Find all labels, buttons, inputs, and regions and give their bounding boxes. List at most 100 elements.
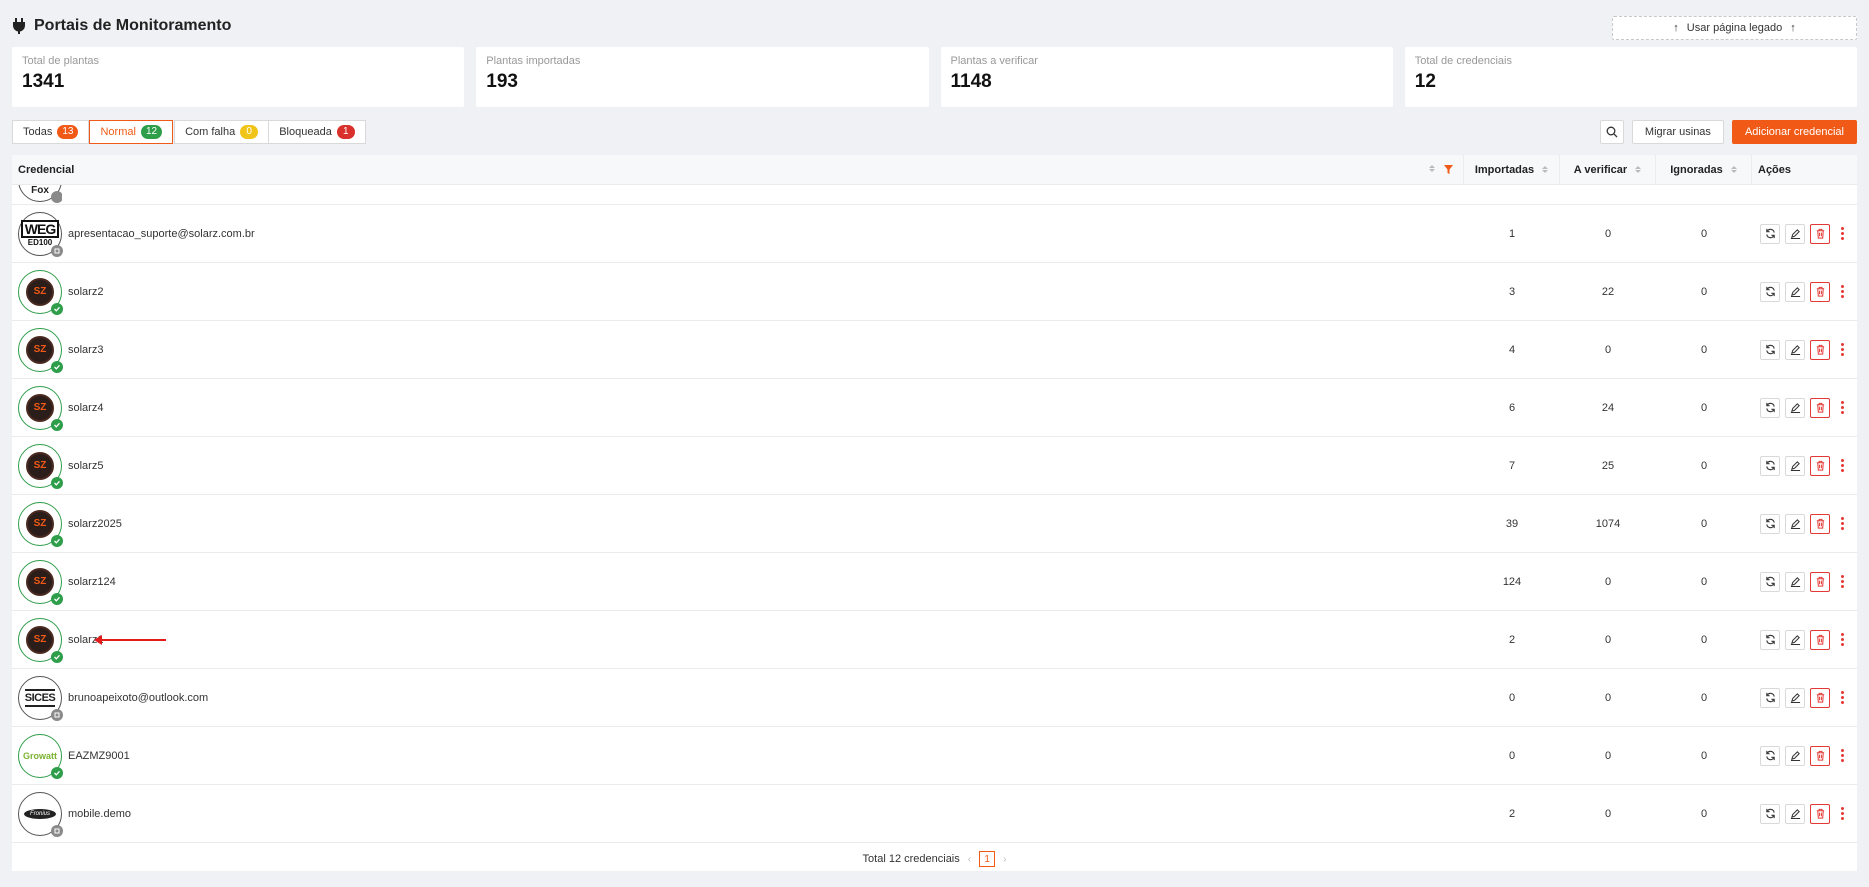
edit-button[interactable] (1785, 629, 1805, 650)
chevron-left-icon[interactable]: ‹ (968, 854, 971, 865)
edit-button[interactable] (1785, 745, 1805, 766)
edit-button[interactable] (1785, 571, 1805, 592)
pencil-icon (1790, 519, 1800, 529)
more-options-icon[interactable] (1839, 343, 1845, 356)
sync-button[interactable] (1760, 397, 1780, 418)
sync-button[interactable] (1760, 339, 1780, 360)
column-header-ignored[interactable]: Ignoradas (1656, 155, 1752, 185)
edit-button[interactable] (1785, 513, 1805, 534)
provider-avatar: SZ (18, 443, 63, 489)
sync-button[interactable] (1760, 571, 1780, 592)
table-row: SZ solarz5 7 25 0 (12, 437, 1857, 495)
delete-button[interactable] (1810, 339, 1830, 360)
sort-icon[interactable] (1429, 164, 1435, 172)
delete-button[interactable] (1810, 745, 1830, 766)
edit-button[interactable] (1785, 455, 1805, 476)
edit-button[interactable] (1785, 687, 1805, 708)
table-body: WEG ED100 apresentacao_suporte@solarz.com.… (12, 205, 1857, 843)
status-icon (51, 244, 63, 257)
provider-avatar: WEG ED100 (18, 211, 63, 257)
chevron-right-icon[interactable]: › (1003, 854, 1006, 865)
sync-button[interactable] (1760, 687, 1780, 708)
refresh-icon (1765, 344, 1775, 355)
to-verify-count: 0 (1604, 575, 1612, 588)
edit-button[interactable] (1785, 397, 1805, 418)
trash-icon (1816, 692, 1824, 703)
tab-bloqueada[interactable]: Bloqueada 1 (268, 120, 366, 144)
imported-count: 6 (1508, 401, 1516, 414)
legacy-page-label: Usar página legado (1686, 22, 1783, 34)
tab-normal[interactable]: Normal 12 (89, 120, 174, 144)
credential-cell: Fox (12, 185, 1464, 204)
sort-icon[interactable] (1635, 166, 1642, 173)
stat-value: 1148 (950, 71, 992, 92)
more-options-icon[interactable] (1839, 633, 1845, 646)
check-icon (51, 418, 63, 431)
edit-button[interactable] (1785, 223, 1805, 244)
credential-name: solarz124 (68, 575, 116, 588)
column-header-actions: Ações (1752, 155, 1857, 185)
delete-button[interactable] (1810, 803, 1830, 824)
column-header-to-verify[interactable]: A verificar (1560, 155, 1656, 185)
stats-cards: Total de plantas 1341 Plantas importadas… (12, 47, 1857, 107)
edit-button[interactable] (1785, 339, 1805, 360)
actions-cell (1752, 339, 1857, 360)
delete-button[interactable] (1810, 687, 1830, 708)
more-options-icon[interactable] (1839, 807, 1845, 820)
ignored-count: 0 (1700, 227, 1708, 240)
more-options-icon[interactable] (1839, 749, 1845, 762)
credential-name: solarz4 (68, 401, 104, 414)
sync-button[interactable] (1760, 745, 1780, 766)
tab-com-falha[interactable]: Com falha 0 (174, 120, 270, 144)
sync-button[interactable] (1760, 629, 1780, 650)
column-header-credential[interactable]: Credencial (12, 155, 1464, 185)
tab-label: Todas (23, 126, 53, 138)
delete-button[interactable] (1810, 629, 1830, 650)
migrate-plants-button[interactable]: Migrar usinas (1631, 120, 1724, 144)
delete-button[interactable] (1810, 281, 1830, 302)
ignored-count: 0 (1700, 807, 1708, 820)
more-options-icon[interactable] (1839, 575, 1845, 588)
sync-button[interactable] (1760, 513, 1780, 534)
fronius-logo: Fronius (24, 808, 56, 819)
trash-icon (1816, 460, 1824, 471)
table-row-partial: Fox (12, 185, 1857, 205)
actions-cell (1752, 803, 1857, 824)
credential-name: mobile.demo (68, 807, 131, 820)
table-row: Fronius mobile.demo 2 0 0 (12, 785, 1857, 843)
filter-icon[interactable] (1444, 164, 1453, 174)
imported-count: 3 (1508, 285, 1516, 298)
more-options-icon[interactable] (1839, 285, 1845, 298)
sync-button[interactable] (1760, 281, 1780, 302)
sync-button[interactable] (1760, 803, 1780, 824)
sort-icon[interactable] (1730, 166, 1737, 173)
edit-button[interactable] (1785, 281, 1805, 302)
page-button-current[interactable]: 1 (979, 851, 996, 867)
delete-button[interactable] (1810, 455, 1830, 476)
delete-button[interactable] (1810, 513, 1830, 534)
delete-button[interactable] (1810, 397, 1830, 418)
add-credential-button[interactable]: Adicionar credencial (1731, 120, 1857, 144)
sync-button[interactable] (1760, 455, 1780, 476)
sort-icon[interactable] (1542, 166, 1549, 173)
edit-button[interactable] (1785, 803, 1805, 824)
delete-button[interactable] (1810, 223, 1830, 244)
actions-cell (1752, 281, 1857, 302)
legacy-page-button[interactable]: ↑ Usar página legado ↑ (1612, 16, 1857, 40)
more-options-icon[interactable] (1839, 517, 1845, 530)
more-options-icon[interactable] (1839, 691, 1845, 704)
sync-button[interactable] (1760, 223, 1780, 244)
more-options-icon[interactable] (1839, 227, 1845, 240)
delete-button[interactable] (1810, 571, 1830, 592)
credential-name: apresentacao_suporte@solarz.com.br (68, 227, 255, 240)
search-button[interactable] (1599, 120, 1624, 144)
more-options-icon[interactable] (1839, 459, 1845, 472)
plug-icon (13, 18, 25, 34)
column-header-imported[interactable]: Importadas (1464, 155, 1560, 185)
credential-cell: Fronius mobile.demo (12, 785, 1464, 842)
count-badge: 1 (336, 125, 355, 139)
more-options-icon[interactable] (1839, 401, 1845, 414)
tab-todas[interactable]: Todas 13 (12, 120, 90, 144)
column-label: Credencial (18, 163, 75, 176)
trash-icon (1816, 344, 1824, 355)
